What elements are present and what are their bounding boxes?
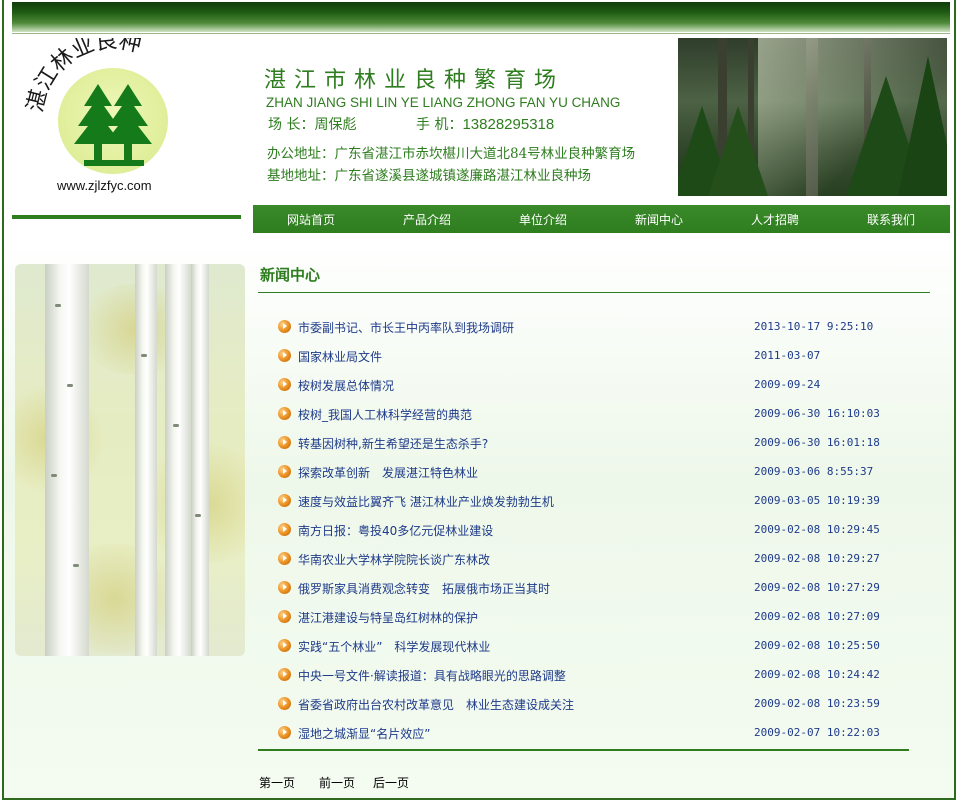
list-bottom-divider: [258, 749, 909, 751]
base-address: 基地地址：广东省遂溪县遂城镇遂廉路湛江林业良种场: [267, 168, 591, 184]
news-date: 2009-02-08 10:24:42: [754, 668, 880, 681]
news-title-link[interactable]: 速度与效益比翼齐飞 湛江林业产业焕发勃勃生机: [298, 493, 554, 510]
news-row[interactable]: 桉树_我国人工林科学经营的典范 2009-06-30 16:10:03: [278, 403, 918, 432]
news-date: 2009-02-07 10:22:03: [754, 726, 880, 739]
news-title-link[interactable]: 探索改革创新 发展湛江特色林业: [298, 464, 478, 481]
orange-arrow-bullet-icon: [278, 349, 291, 362]
news-row[interactable]: 实践“五个林业” 科学发展现代林业 2009-02-08 10:25:50: [278, 635, 918, 664]
main-nav: 网站首页 产品介绍 单位介绍 新闻中心 人才招聘 联系我们: [253, 205, 950, 233]
news-row[interactable]: 国家林业局文件 2011-03-07: [278, 345, 918, 374]
news-row[interactable]: 市委副书记、市长王中丙率队到我场调研 2013-10-17 9:25:10: [278, 316, 918, 345]
news-date: 2009-02-08 10:29:27: [754, 552, 880, 565]
news-date: 2009-02-08 10:23:59: [754, 697, 880, 710]
orange-arrow-bullet-icon: [278, 494, 291, 507]
top-divider: [12, 33, 950, 34]
news-title-link[interactable]: 转基因树种,新生希望还是生态杀手?: [298, 435, 488, 452]
news-title-link[interactable]: 桉树_我国人工林科学经营的典范: [298, 406, 472, 423]
news-title-link[interactable]: 市委副书记、市长王中丙率队到我场调研: [298, 319, 514, 336]
orange-arrow-bullet-icon: [278, 552, 291, 565]
news-title-link[interactable]: 湿地之城渐显“名片效应”: [298, 725, 430, 742]
company-pinyin: ZHAN JIANG SHI LIN YE LIANG ZHONG FAN YU…: [266, 95, 621, 110]
news-date: 2011-03-07: [754, 349, 821, 362]
news-title-link[interactable]: 中央一号文件·解读报道：具有战略眼光的思路调整: [298, 667, 566, 684]
orange-arrow-bullet-icon: [278, 610, 291, 623]
nav-item-products[interactable]: 产品介绍: [369, 211, 485, 228]
logo-underline: [12, 215, 241, 219]
news-list: 市委副书记、市长王中丙率队到我场调研 2013-10-17 9:25:10 国家林业…: [278, 316, 918, 751]
news-title-link[interactable]: 国家林业局文件: [298, 348, 382, 365]
top-banner-band: [12, 2, 950, 32]
orange-arrow-bullet-icon: [278, 465, 291, 478]
company-name: 湛江市林业良种繁育场: [264, 68, 565, 93]
news-date: 2013-10-17 9:25:10: [754, 320, 874, 333]
orange-arrow-bullet-icon: [278, 523, 291, 536]
orange-arrow-bullet-icon: [278, 378, 291, 391]
news-date: 2009-02-08 10:27:09: [754, 610, 880, 623]
news-date: 2009-03-05 10:19:39: [754, 494, 880, 507]
nav-item-news[interactable]: 新闻中心: [601, 211, 717, 228]
news-date: 2009-03-06 8:55:37: [754, 465, 874, 478]
nav-item-home[interactable]: 网站首页: [253, 211, 369, 228]
director-text: 场 长：周保彪: [268, 117, 357, 133]
orange-arrow-bullet-icon: [278, 697, 291, 710]
news-title-link[interactable]: 俄罗斯家具消费观念转变 拓展俄市场正当其时: [298, 580, 550, 597]
news-date: 2009-02-08 10:29:45: [754, 523, 880, 536]
forest-header-image: [678, 38, 947, 196]
news-row[interactable]: 湿地之城渐显“名片效应” 2009-02-07 10:22:03: [278, 722, 918, 751]
news-row[interactable]: 桉树发展总体情况 2009-09-24: [278, 374, 918, 403]
nav-item-jobs[interactable]: 人才招聘: [717, 211, 833, 228]
phone-label: 手 机：: [416, 117, 463, 133]
nav-item-contact[interactable]: 联系我们: [833, 211, 949, 228]
news-title-link[interactable]: 桉树发展总体情况: [298, 377, 394, 394]
pine-tree-icon: [74, 84, 152, 166]
news-row[interactable]: 转基因树种,新生希望还是生态杀手? 2009-06-30 16:01:18: [278, 432, 918, 461]
news-row[interactable]: 华南农业大学林学院院长谈广东林改 2009-02-08 10:29:27: [278, 548, 918, 577]
orange-arrow-bullet-icon: [278, 436, 291, 449]
news-title-link[interactable]: 湛江港建设与特呈岛红树林的保护: [298, 609, 478, 626]
news-row[interactable]: 南方日报：粤投40多亿元促林业建设 2009-02-08 10:29:45: [278, 519, 918, 548]
orange-arrow-bullet-icon: [278, 668, 291, 681]
pager-first[interactable]: 第一页: [259, 774, 295, 791]
news-date: 2009-02-08 10:25:50: [754, 639, 880, 652]
news-row[interactable]: 速度与效益比翼齐飞 湛江林业产业焕发勃勃生机 2009-03-05 10:19:3…: [278, 490, 918, 519]
news-row[interactable]: 探索改革创新 发展湛江特色林业 2009-03-06 8:55:37: [278, 461, 918, 490]
news-date: 2009-09-24: [754, 378, 821, 391]
site-logo[interactable]: 湛江林业良种 www.zjlzfyc.com: [12, 38, 240, 202]
phone-number: 13828295318: [462, 116, 555, 133]
logo-url: www.zjlzfyc.com: [57, 178, 152, 193]
contact-row: 场 长：周保彪 手 机：13828295318: [268, 114, 554, 134]
news-date: 2009-02-08 10:27:29: [754, 581, 880, 594]
orange-arrow-bullet-icon: [278, 726, 291, 739]
orange-arrow-bullet-icon: [278, 639, 291, 652]
news-row[interactable]: 省委省政府出台农村改革意见 林业生态建设成关注 2009-02-08 10:23:…: [278, 693, 918, 722]
birch-forest-image: [15, 264, 245, 656]
orange-arrow-bullet-icon: [278, 320, 291, 333]
news-title-link[interactable]: 华南农业大学林学院院长谈广东林改: [298, 551, 490, 568]
orange-arrow-bullet-icon: [278, 581, 291, 594]
news-date: 2009-06-30 16:10:03: [754, 407, 880, 420]
news-title-link[interactable]: 南方日报：粤投40多亿元促林业建设: [298, 522, 493, 539]
news-date: 2009-06-30 16:01:18: [754, 436, 880, 449]
orange-arrow-bullet-icon: [278, 407, 291, 420]
nav-item-about[interactable]: 单位介绍: [485, 211, 601, 228]
news-title-link[interactable]: 省委省政府出台农村改革意见 林业生态建设成关注: [298, 696, 574, 713]
pager-prev[interactable]: 前一页: [319, 774, 355, 791]
section-divider: [258, 292, 930, 293]
office-address: 办公地址：广东省湛江市赤坎椹川大道北84号林业良种繁育场: [267, 146, 636, 162]
section-title: 新闻中心: [260, 266, 321, 284]
news-row[interactable]: 湛江港建设与特呈岛红树林的保护 2009-02-08 10:27:09: [278, 606, 918, 635]
news-row[interactable]: 俄罗斯家具消费观念转变 拓展俄市场正当其时 2009-02-08 10:27:29: [278, 577, 918, 606]
news-title-link[interactable]: 实践“五个林业” 科学发展现代林业: [298, 638, 490, 655]
pager-next[interactable]: 后一页: [373, 774, 409, 791]
phone-info: 手 机：13828295318: [416, 114, 554, 134]
news-row[interactable]: 中央一号文件·解读报道：具有战略眼光的思路调整 2009-02-08 10:24:…: [278, 664, 918, 693]
